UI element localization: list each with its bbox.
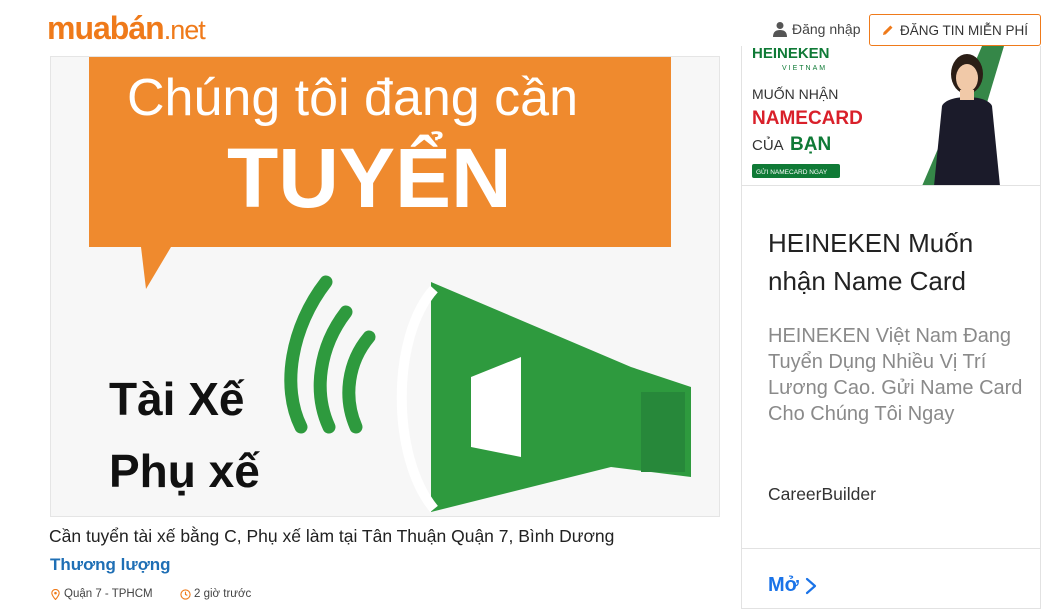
ad-banner-line2: NAMECARD — [752, 108, 863, 129]
ad-banner-image[interactable]: HEINEKEN VIETNAM MUỐN NHẬN NAMECARD CỦA … — [742, 46, 1040, 186]
site-logo[interactable]: muabán.net — [47, 8, 206, 50]
logo-main: muabán — [47, 10, 165, 46]
listing-title[interactable]: Cần tuyển tài xế bằng C, Phụ xế làm tại … — [49, 526, 614, 547]
image-headline-line1: Chúng tôi đang cần — [127, 69, 578, 127]
listing-image[interactable]: Chúng tôi đang cần TUYỂN Tài Xế Phụ xế — [50, 56, 720, 517]
ad-description: HEINEKEN Việt Nam Đang Tuyển Dụng Nhiều … — [768, 325, 1023, 425]
ad-open-button[interactable]: Mở — [768, 574, 817, 597]
ad-banner-line1: MUỐN NHẬN — [752, 85, 838, 102]
sponsored-ad[interactable]: HEINEKEN VIETNAM MUỐN NHẬN NAMECARD CỦA … — [741, 46, 1041, 609]
login-link[interactable]: Đăng nhập — [772, 19, 861, 39]
listing-posted-time: 2 giờ trước — [180, 586, 251, 602]
ad-title[interactable]: HEINEKEN Muốn nhận Name Card — [768, 224, 1028, 300]
ad-divider — [742, 548, 1040, 549]
ad-open-label: Mở — [768, 574, 799, 596]
listing-price: Thương lượng — [50, 555, 171, 574]
pencil-icon — [882, 25, 893, 35]
location-text: Quận 7 - TPHCM — [64, 588, 153, 600]
ad-banner-line3-prefix: CỦA — [752, 136, 784, 154]
ad-banner-brand: HEINEKEN — [752, 46, 830, 62]
ad-source: CareerBuilder — [768, 484, 876, 504]
chevron-right-icon — [805, 577, 816, 594]
location-pin-icon — [51, 588, 60, 600]
logo-suffix: .net — [163, 15, 206, 45]
login-label: Đăng nhập — [792, 21, 861, 37]
ad-banner-line3-bold: BẠN — [790, 134, 831, 155]
image-text-driver: Tài Xế — [109, 373, 245, 425]
ad-banner-brand-sub: VIETNAM — [782, 65, 827, 72]
posted-time-text: 2 giờ trước — [194, 588, 252, 600]
post-free-button[interactable]: ĐĂNG TIN MIỄN PHÍ — [869, 14, 1041, 46]
image-text-assistant: Phụ xế — [109, 445, 260, 497]
post-free-label: ĐĂNG TIN MIỄN PHÍ — [899, 22, 1028, 38]
user-icon — [773, 22, 787, 37]
clock-icon — [180, 588, 191, 600]
ad-banner-cta: GỬI NAMECARD NGAY — [756, 167, 828, 176]
image-headline-line2: TUYỂN — [227, 131, 512, 225]
listing-location: Quận 7 - TPHCM — [50, 586, 153, 602]
